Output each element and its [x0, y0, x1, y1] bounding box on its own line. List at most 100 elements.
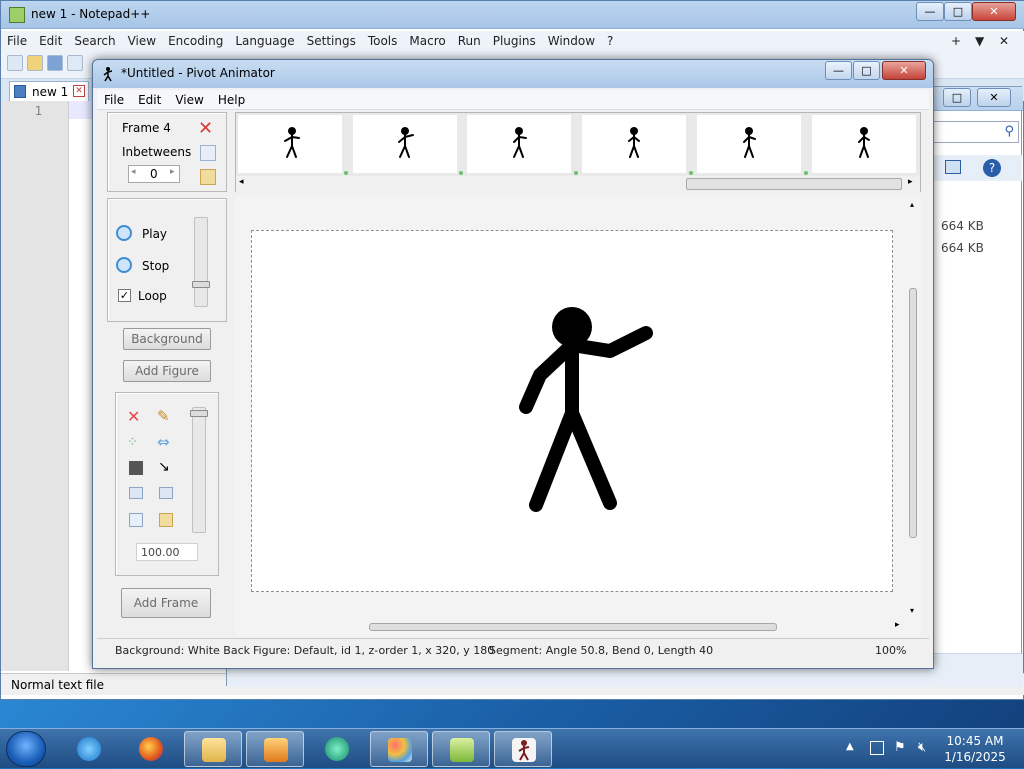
menu-help[interactable]: ? — [601, 31, 619, 48]
menu-language[interactable]: Language — [229, 31, 300, 48]
menu-search[interactable]: Search — [68, 31, 121, 48]
start-button[interactable] — [6, 731, 46, 767]
frames-scrollbar-thumb[interactable] — [686, 178, 902, 190]
action-center-flag-icon[interactable]: ⚑ — [894, 740, 906, 755]
menu-file[interactable]: File — [1, 31, 33, 48]
frame-thumbnail[interactable] — [238, 115, 342, 173]
paste-icon[interactable] — [159, 513, 173, 527]
bring-front-icon[interactable] — [129, 487, 143, 499]
animation-stage[interactable] — [251, 230, 893, 592]
add-figure-button[interactable]: Add Figure — [123, 360, 211, 382]
taskbar-file-explorer[interactable] — [184, 731, 242, 767]
figure-scale-slider[interactable] — [190, 407, 208, 533]
stepper-right-icon[interactable]: ▸ — [170, 167, 175, 177]
notepad-maximize-button[interactable]: □ — [944, 2, 972, 21]
pivot-close-button[interactable]: ✕ — [882, 61, 926, 80]
menu-settings[interactable]: Settings — [301, 31, 362, 48]
edit-pencil-icon[interactable]: ✎ — [157, 407, 170, 425]
speed-slider[interactable] — [192, 217, 210, 307]
preview-pane-icon[interactable] — [945, 160, 961, 174]
frame-thumbnail[interactable] — [353, 115, 457, 173]
explorer-search-input[interactable]: ⚲ — [927, 121, 1019, 143]
scroll-down-icon[interactable]: ▾ — [910, 606, 914, 615]
taskbar-notepad-plus-plus[interactable] — [432, 731, 490, 767]
pivot-titlebar[interactable]: *Untitled - Pivot Animator — □ ✕ — [93, 60, 933, 88]
taskbar-internet-explorer[interactable] — [60, 731, 118, 767]
tab-list-icon[interactable]: ▼ — [969, 31, 990, 48]
tab-new-1[interactable]: new 1 ✕ — [9, 81, 89, 101]
pivot-menu-edit[interactable]: Edit — [131, 90, 168, 107]
scroll-right-icon[interactable]: ▸ — [908, 177, 913, 187]
new-file-icon[interactable] — [7, 55, 23, 71]
notepad-close-button[interactable]: ✕ — [972, 2, 1016, 21]
menu-edit[interactable]: Edit — [33, 31, 68, 48]
taskbar-pivot-animator[interactable] — [494, 731, 552, 767]
delete-frame-icon[interactable]: ✕ — [198, 118, 213, 139]
explorer-close-button[interactable]: ✕ — [977, 88, 1011, 107]
menu-run[interactable]: Run — [452, 31, 487, 48]
frames-scrollbar[interactable]: ◂ ▸ — [236, 176, 920, 192]
frame-thumbnail[interactable] — [812, 115, 916, 173]
vertical-scroll-thumb[interactable] — [909, 288, 917, 538]
background-button[interactable]: Background — [123, 328, 211, 350]
close-tab-icon[interactable]: ✕ — [73, 85, 85, 97]
loop-checkbox[interactable]: ✓ — [118, 289, 131, 302]
send-back-icon[interactable] — [159, 487, 173, 499]
save-icon[interactable] — [47, 55, 63, 71]
add-frame-button[interactable]: Add Frame — [121, 588, 211, 618]
stop-icon[interactable] — [116, 257, 132, 273]
pivot-menu-help[interactable]: Help — [211, 90, 252, 107]
scale-tool-icon[interactable]: ↘ — [158, 459, 170, 475]
menu-macro[interactable]: Macro — [403, 31, 451, 48]
inbetweens-stepper[interactable]: ◂ 0 ▸ — [128, 165, 180, 183]
pivot-maximize-button[interactable]: □ — [853, 61, 880, 80]
copy-frame-icon[interactable] — [200, 145, 216, 161]
open-file-icon[interactable] — [27, 55, 43, 71]
frame-thumbnail[interactable] — [697, 115, 801, 173]
speed-slider-thumb[interactable] — [192, 281, 210, 288]
stickman-figure[interactable] — [252, 231, 894, 593]
stepper-left-icon[interactable]: ◂ — [131, 167, 136, 177]
menu-plugins[interactable]: Plugins — [487, 31, 542, 48]
color-fill-icon[interactable] — [129, 461, 143, 475]
frame-thumbnail[interactable] — [467, 115, 571, 173]
join-icon[interactable]: ⁘ — [127, 435, 138, 450]
taskbar-app[interactable] — [308, 731, 366, 767]
menu-view[interactable]: View — [122, 31, 162, 48]
search-icon[interactable]: ⚲ — [1004, 124, 1014, 139]
new-tab-icon[interactable]: + — [945, 31, 967, 48]
volume-muted-icon[interactable]: 🔇︎ — [918, 740, 926, 755]
menu-encoding[interactable]: Encoding — [162, 31, 229, 48]
scroll-right-icon[interactable]: ▸ — [895, 620, 900, 630]
network-icon[interactable] — [870, 741, 884, 755]
copy-icon[interactable] — [129, 513, 143, 527]
pivot-menu-view[interactable]: View — [168, 90, 210, 107]
frame-thumbnail[interactable] — [582, 115, 686, 173]
notepad-titlebar[interactable]: new 1 - Notepad++ — □ ✕ — [1, 1, 1024, 29]
pivot-minimize-button[interactable]: — — [825, 61, 852, 80]
scroll-left-icon[interactable]: ◂ — [239, 177, 244, 187]
canvas-horizontal-scrollbar[interactable]: ▸ — [235, 620, 907, 634]
save-all-icon[interactable] — [67, 55, 83, 71]
clock-date[interactable]: 1/16/2025 — [944, 750, 1006, 764]
clock-time[interactable]: 10:45 AM — [944, 734, 1006, 748]
menu-tools[interactable]: Tools — [362, 31, 404, 48]
delete-icon[interactable]: ✕ — [127, 407, 140, 426]
scroll-up-icon[interactable]: ▴ — [910, 200, 914, 209]
close-tab-icon[interactable]: ✕ — [993, 31, 1015, 48]
pivot-menu-file[interactable]: File — [97, 90, 131, 107]
scale-field[interactable]: 100.00 — [136, 543, 198, 561]
horizontal-scroll-thumb[interactable] — [369, 623, 777, 631]
play-icon[interactable] — [116, 225, 132, 241]
play-button[interactable]: Play — [142, 227, 167, 241]
help-icon[interactable]: ? — [983, 159, 1001, 177]
stop-button[interactable]: Stop — [142, 259, 169, 273]
paste-frame-icon[interactable] — [200, 169, 216, 185]
taskbar-paint[interactable] — [370, 731, 428, 767]
figure-scale-thumb[interactable] — [190, 410, 208, 417]
flip-icon[interactable]: ⇔ — [157, 433, 170, 451]
show-hidden-icons[interactable]: ▲ — [846, 741, 854, 752]
taskbar-firefox[interactable] — [122, 731, 180, 767]
canvas-vertical-scrollbar[interactable]: ▴ ▾ — [907, 196, 921, 636]
taskbar-media-player[interactable] — [246, 731, 304, 767]
